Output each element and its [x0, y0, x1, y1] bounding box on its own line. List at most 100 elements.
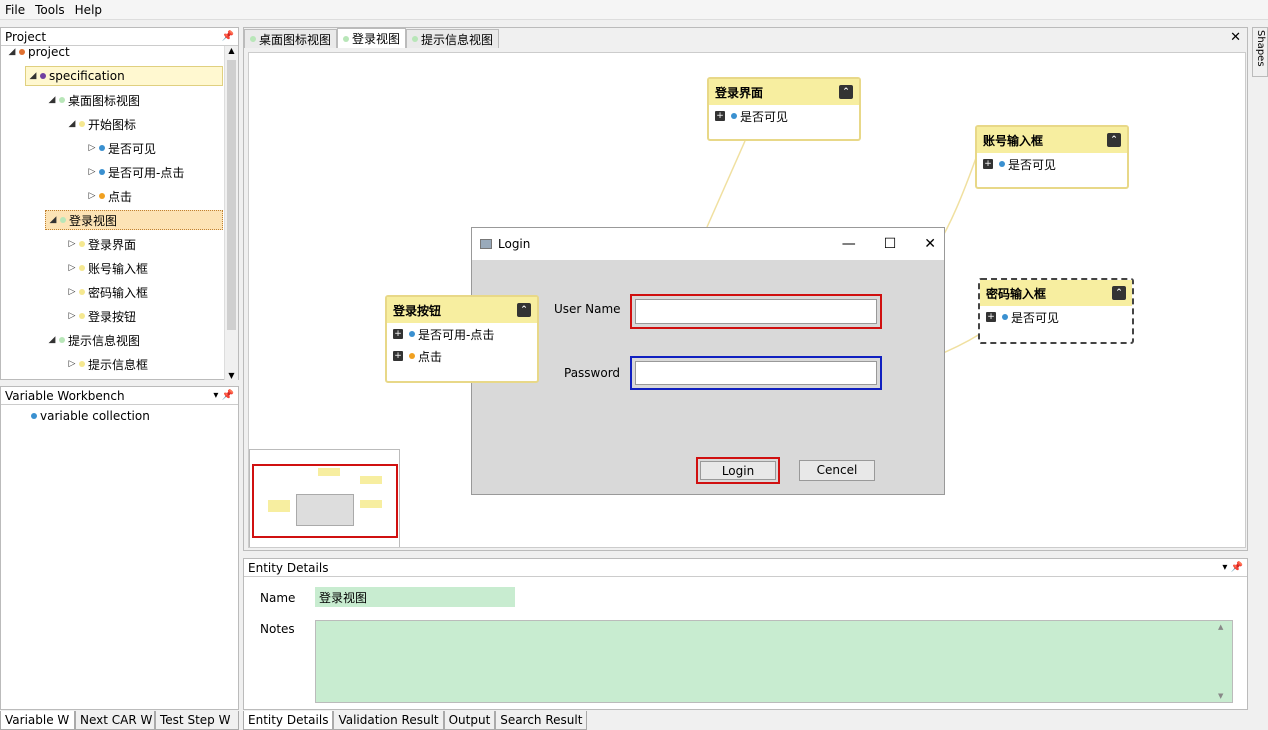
- notes-scroll-down-icon[interactable]: ▼: [1218, 692, 1230, 700]
- minimize-icon[interactable]: —: [842, 236, 856, 252]
- node-dot-icon: [59, 97, 65, 103]
- tab-output[interactable]: Output: [443, 711, 496, 730]
- tree-node[interactable]: ◢ 桌面图标视图: [45, 90, 140, 110]
- tree-node-label: 提示信息框: [88, 357, 149, 372]
- dropdown-pin-icon[interactable]: ▾ 📌: [213, 390, 234, 401]
- notes-field[interactable]: ▲ ▼: [315, 620, 1233, 703]
- shapes-side-tab[interactable]: Shapes: [1252, 27, 1268, 77]
- collapsed-arrow-icon[interactable]: ▷: [85, 167, 99, 177]
- tab-validation-result[interactable]: Validation Result: [333, 711, 444, 730]
- login-button[interactable]: Login: [700, 461, 776, 480]
- close-icon[interactable]: ✕: [1230, 30, 1241, 45]
- menu-tools[interactable]: Tools: [30, 3, 70, 17]
- diagram-canvas[interactable]: Login — ☐ ✕ User Name Password Login Cence…: [248, 52, 1246, 548]
- tree-node-label: 账号输入框: [88, 261, 149, 276]
- tree-node[interactable]: ▷ 登录界面: [65, 234, 136, 254]
- card-item-label: 是否可见: [1008, 157, 1057, 172]
- username-label: User Name: [554, 302, 621, 316]
- expanded-arrow-icon[interactable]: ◢: [5, 47, 19, 57]
- card-login-button[interactable]: 登录按钮 ⌃ + 是否可用-点击 + 点击: [385, 295, 539, 383]
- node-dot-icon: [60, 217, 66, 223]
- card-login-ui[interactable]: 登录界面 ⌃ + 是否可见: [707, 77, 861, 141]
- tree-node[interactable]: ◢ 开始图标: [65, 114, 136, 134]
- collapse-icon[interactable]: ⌃: [1112, 286, 1126, 300]
- card-account-input[interactable]: 账号输入框 ⌃ + 是否可见: [975, 125, 1129, 189]
- window-close-icon[interactable]: ✕: [924, 236, 936, 252]
- tree-node[interactable]: ▷ 是否可用-点击: [85, 162, 185, 182]
- expanded-arrow-icon[interactable]: ◢: [45, 335, 59, 345]
- expand-icon[interactable]: +: [715, 111, 725, 121]
- scroll-up-icon[interactable]: ▲: [225, 46, 238, 55]
- notes-scroll-up-icon[interactable]: ▲: [1218, 623, 1230, 631]
- collapsed-arrow-icon[interactable]: ▷: [85, 143, 99, 153]
- tree-scrollbar[interactable]: ▲ ▼: [224, 46, 238, 380]
- scroll-down-icon[interactable]: ▼: [225, 371, 238, 380]
- collapsed-arrow-icon[interactable]: ▷: [65, 311, 79, 321]
- node-dot-icon: [40, 73, 46, 79]
- collapsed-arrow-icon[interactable]: ▷: [65, 287, 79, 297]
- tab-next-car[interactable]: Next CAR W: [75, 711, 155, 730]
- collapsed-arrow-icon[interactable]: ▷: [65, 239, 79, 249]
- expanded-arrow-icon[interactable]: ◢: [65, 119, 79, 129]
- tab-search-result[interactable]: Search Result: [495, 711, 588, 730]
- pin-icon[interactable]: 📌: [222, 31, 234, 42]
- variable-collection-item[interactable]: variable collection: [1, 405, 238, 423]
- expand-icon[interactable]: +: [393, 351, 403, 361]
- login-window-title: Login: [498, 237, 531, 251]
- editor-panel: 桌面图标视图 登录视图 提示信息视图 ✕ Login — ☐ ✕ User Name…: [243, 27, 1248, 551]
- login-window: Login — ☐ ✕ User Name Password Login Cence…: [471, 227, 945, 495]
- tree-node[interactable]: ◢ project: [5, 46, 70, 62]
- tab-variable-workbench[interactable]: Variable W: [0, 711, 75, 730]
- expanded-arrow-icon[interactable]: ◢: [45, 95, 59, 105]
- dropdown-pin-icon[interactable]: ▾ 📌: [1222, 562, 1243, 573]
- expanded-arrow-icon[interactable]: ◢: [46, 215, 60, 225]
- tab-desktop-icon-view[interactable]: 桌面图标视图: [244, 29, 338, 48]
- tree-node-label: 桌面图标视图: [68, 93, 141, 108]
- expand-icon[interactable]: +: [983, 159, 993, 169]
- menu-file[interactable]: File: [0, 3, 30, 17]
- tree-node-label: 密码输入框: [88, 285, 149, 300]
- tree-node[interactable]: ◢ 登录视图: [45, 210, 223, 230]
- minimap[interactable]: [249, 449, 400, 547]
- expand-icon[interactable]: +: [393, 329, 403, 339]
- tab-test-step[interactable]: Test Step W: [155, 711, 239, 730]
- tab-login-view[interactable]: 登录视图: [337, 28, 407, 48]
- card-item-label: 点击: [418, 349, 443, 364]
- username-input[interactable]: [635, 299, 877, 324]
- maximize-icon[interactable]: ☐: [884, 236, 897, 252]
- collapsed-arrow-icon[interactable]: ▷: [85, 191, 99, 201]
- tab-entity-details[interactable]: Entity Details: [243, 711, 334, 730]
- tree-node[interactable]: ◢ specification: [25, 66, 223, 86]
- tree-node[interactable]: ▷ 密码输入框: [65, 282, 148, 302]
- tab-tip-view[interactable]: 提示信息视图: [406, 29, 500, 48]
- tree-node-label: 点击: [108, 189, 133, 204]
- node-dot-icon: [99, 193, 105, 199]
- expanded-arrow-icon[interactable]: ◢: [26, 71, 40, 81]
- scroll-thumb[interactable]: [227, 60, 236, 330]
- menu-bar: File Tools Help: [0, 0, 1268, 20]
- password-input[interactable]: [635, 361, 877, 385]
- tree-node[interactable]: ▷ 是否可见: [85, 138, 156, 158]
- expand-icon[interactable]: +: [986, 312, 996, 322]
- variable-workbench-header: Variable Workbench ▾ 📌: [1, 387, 238, 405]
- editor-bottom-tabs: Entity Details Validation Result Output …: [243, 711, 588, 730]
- tree-node[interactable]: ▷ 提示信息框: [65, 354, 148, 374]
- collapsed-arrow-icon[interactable]: ▷: [65, 359, 79, 369]
- card-password-input[interactable]: 密码输入框 ⌃ + 是否可见: [978, 278, 1134, 344]
- collapse-icon[interactable]: ⌃: [839, 85, 853, 99]
- password-highlight: [630, 356, 882, 390]
- cancel-button[interactable]: Cencel: [799, 460, 875, 481]
- project-panel-title: Project: [5, 29, 47, 44]
- collapsed-arrow-icon[interactable]: ▷: [65, 263, 79, 273]
- entity-details-header: Entity Details ▾ 📌: [244, 559, 1247, 577]
- tree-node[interactable]: ◢ 提示信息视图: [45, 330, 140, 350]
- tree-node[interactable]: ▷ 点击: [85, 186, 132, 206]
- collapse-icon[interactable]: ⌃: [517, 303, 531, 317]
- card-item-label: 是否可用-点击: [418, 327, 495, 342]
- collapse-icon[interactable]: ⌃: [1107, 133, 1121, 147]
- tree-node[interactable]: ▷ 登录按钮: [65, 306, 136, 326]
- login-btn-highlight: Login: [696, 457, 780, 484]
- name-field[interactable]: 登录视图: [315, 587, 515, 607]
- menu-help[interactable]: Help: [70, 3, 107, 17]
- tree-node[interactable]: ▷ 账号输入框: [65, 258, 148, 278]
